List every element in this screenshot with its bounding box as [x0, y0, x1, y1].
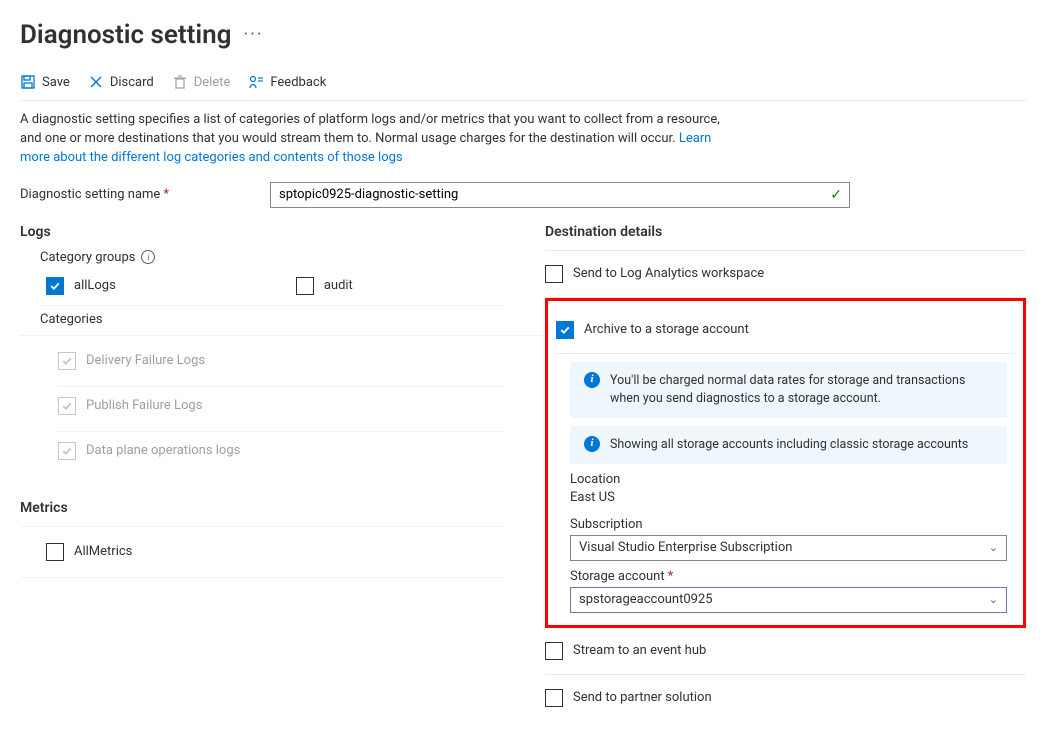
more-actions-icon[interactable]: ··· [243, 26, 263, 44]
toolbar: Save Discard Delete Feedback [20, 74, 1026, 101]
info-banner-text: Showing all storage accounts including c… [610, 436, 968, 454]
intro-text: A diagnostic setting specifies a list of… [20, 111, 720, 168]
info-icon: i [584, 436, 600, 452]
save-button[interactable]: Save [20, 74, 70, 90]
allmetrics-label: AllMetrics [74, 544, 132, 559]
feedback-button[interactable]: Feedback [248, 74, 326, 90]
category-label: Data plane operations logs [86, 443, 240, 458]
partner-label: Send to partner solution [573, 690, 712, 705]
logs-heading: Logs [20, 224, 545, 240]
storage-account-label: Storage account* [570, 569, 1007, 584]
subscription-select[interactable]: Visual Studio Enterprise Subscription ⌄ [570, 535, 1007, 561]
info-banner-accounts: i Showing all storage accounts including… [570, 426, 1007, 464]
delete-button: Delete [172, 74, 231, 90]
setting-name-input[interactable] [270, 182, 850, 208]
info-icon: i [584, 372, 600, 388]
archive-storage-label: Archive to a storage account [584, 322, 749, 337]
info-banner-charges: i You'll be charged normal data rates fo… [570, 362, 1007, 418]
storage-account-value: spstorageaccount0925 [579, 592, 713, 607]
subscription-value: Visual Studio Enterprise Subscription [579, 540, 792, 555]
feedback-label: Feedback [270, 75, 326, 90]
intro-body: A diagnostic setting specifies a list of… [20, 112, 720, 146]
stream-eh-checkbox[interactable] [545, 642, 563, 660]
alllogs-label: allLogs [74, 278, 116, 293]
category-checkbox [58, 397, 76, 415]
check-icon: ✓ [830, 187, 842, 203]
archive-storage-checkbox[interactable] [556, 321, 574, 339]
allmetrics-checkbox[interactable] [46, 543, 64, 561]
send-law-label: Send to Log Analytics workspace [573, 266, 764, 281]
audit-label: audit [324, 278, 353, 293]
category-groups-label: Category groups i [40, 250, 545, 265]
info-banner-text: You'll be charged normal data rates for … [610, 372, 993, 408]
metrics-heading: Metrics [20, 500, 545, 516]
location-value: East US [570, 490, 1007, 505]
archive-highlight-box: Archive to a storage account i You'll be… [545, 298, 1026, 628]
feedback-icon [248, 74, 264, 90]
info-icon[interactable]: i [141, 250, 155, 264]
discard-button[interactable]: Discard [88, 74, 154, 90]
page-title: Diagnostic setting [20, 20, 231, 50]
save-label: Save [42, 75, 70, 90]
chevron-down-icon: ⌄ [989, 541, 998, 554]
category-label: Delivery Failure Logs [86, 353, 205, 368]
category-label: Publish Failure Logs [86, 398, 202, 413]
location-label: Location [570, 472, 1007, 487]
category-checkbox [58, 442, 76, 460]
stream-eh-label: Stream to an event hub [573, 643, 706, 658]
close-icon [88, 74, 104, 90]
destination-heading: Destination details [545, 224, 1026, 240]
subscription-label: Subscription [570, 517, 1007, 532]
chevron-down-icon: ⌄ [989, 593, 998, 606]
partner-checkbox[interactable] [545, 689, 563, 707]
save-icon [20, 74, 36, 90]
audit-checkbox[interactable] [296, 277, 314, 295]
categories-label: Categories [40, 312, 545, 327]
setting-name-label: Diagnostic setting name* [20, 187, 270, 202]
send-law-checkbox[interactable] [545, 265, 563, 283]
category-checkbox [58, 352, 76, 370]
trash-icon [172, 74, 188, 90]
storage-account-select[interactable]: spstorageaccount0925 ⌄ [570, 587, 1007, 613]
delete-label: Delete [194, 75, 231, 90]
discard-label: Discard [110, 75, 154, 90]
alllogs-checkbox[interactable] [46, 277, 64, 295]
